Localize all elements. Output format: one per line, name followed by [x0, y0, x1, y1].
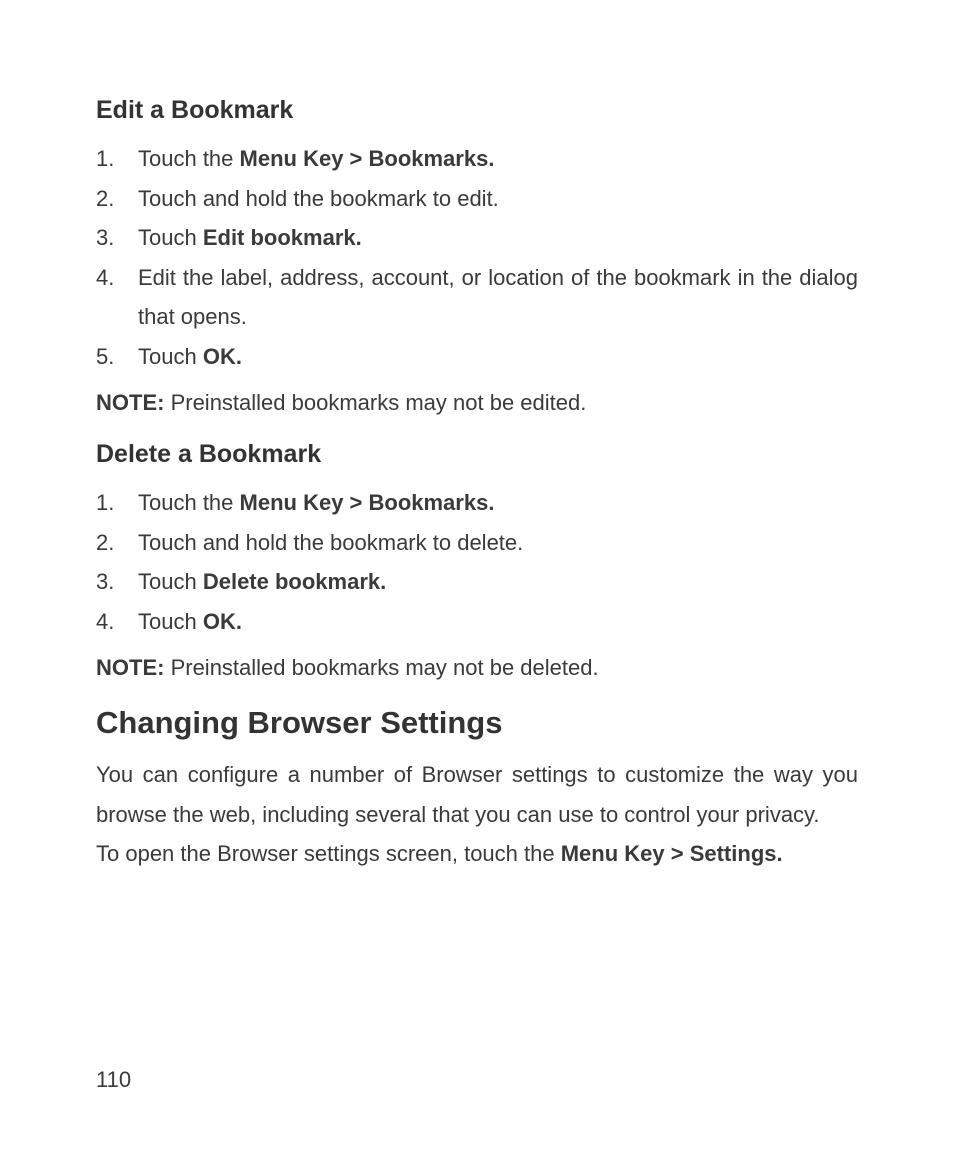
list-item: Touch Delete bookmark. — [96, 562, 858, 602]
step-text: Touch and hold the bookmark to edit. — [138, 186, 499, 211]
page-number: 110 — [96, 1067, 131, 1093]
step-bold: OK. — [203, 609, 242, 634]
step-text: Edit the label, address, account, or loc… — [138, 265, 858, 330]
delete-bookmark-note: NOTE: Preinstalled bookmarks may not be … — [96, 648, 858, 688]
heading-edit-bookmark: Edit a Bookmark — [96, 96, 858, 125]
note-text: Preinstalled bookmarks may not be delete… — [164, 655, 598, 680]
list-item: Touch Edit bookmark. — [96, 218, 858, 258]
para-text: To open the Browser settings screen, tou… — [96, 841, 561, 866]
list-item: Touch the Menu Key > Bookmarks. — [96, 139, 858, 179]
step-bold: Menu Key > Bookmarks. — [240, 490, 495, 515]
list-item: Edit the label, address, account, or loc… — [96, 258, 858, 337]
edit-bookmark-note: NOTE: Preinstalled bookmarks may not be … — [96, 383, 858, 423]
step-text: Touch — [138, 609, 203, 634]
note-label: NOTE: — [96, 390, 164, 415]
list-item: Touch OK. — [96, 602, 858, 642]
step-bold: Edit bookmark. — [203, 225, 362, 250]
settings-paragraph-1: You can configure a number of Browser se… — [96, 755, 858, 834]
heading-delete-bookmark: Delete a Bookmark — [96, 440, 858, 469]
note-label: NOTE: — [96, 655, 164, 680]
step-bold: Delete bookmark. — [203, 569, 386, 594]
step-text: Touch — [138, 569, 203, 594]
delete-bookmark-steps: Touch the Menu Key > Bookmarks. Touch an… — [96, 483, 858, 641]
list-item: Touch OK. — [96, 337, 858, 377]
para-bold: Menu Key > Settings. — [561, 841, 783, 866]
step-bold: OK. — [203, 344, 242, 369]
settings-paragraph-2: To open the Browser settings screen, tou… — [96, 834, 858, 874]
list-item: Touch the Menu Key > Bookmarks. — [96, 483, 858, 523]
step-text: Touch the — [138, 490, 240, 515]
manual-page: Edit a Bookmark Touch the Menu Key > Boo… — [0, 0, 954, 1153]
list-item: Touch and hold the bookmark to delete. — [96, 523, 858, 563]
heading-changing-browser-settings: Changing Browser Settings — [96, 705, 858, 741]
note-text: Preinstalled bookmarks may not be edited… — [164, 390, 586, 415]
edit-bookmark-steps: Touch the Menu Key > Bookmarks. Touch an… — [96, 139, 858, 377]
step-text: Touch and hold the bookmark to delete. — [138, 530, 523, 555]
list-item: Touch and hold the bookmark to edit. — [96, 179, 858, 219]
step-text: Touch — [138, 225, 203, 250]
step-bold: Menu Key > Bookmarks. — [240, 146, 495, 171]
step-text: Touch — [138, 344, 203, 369]
step-text: Touch the — [138, 146, 240, 171]
